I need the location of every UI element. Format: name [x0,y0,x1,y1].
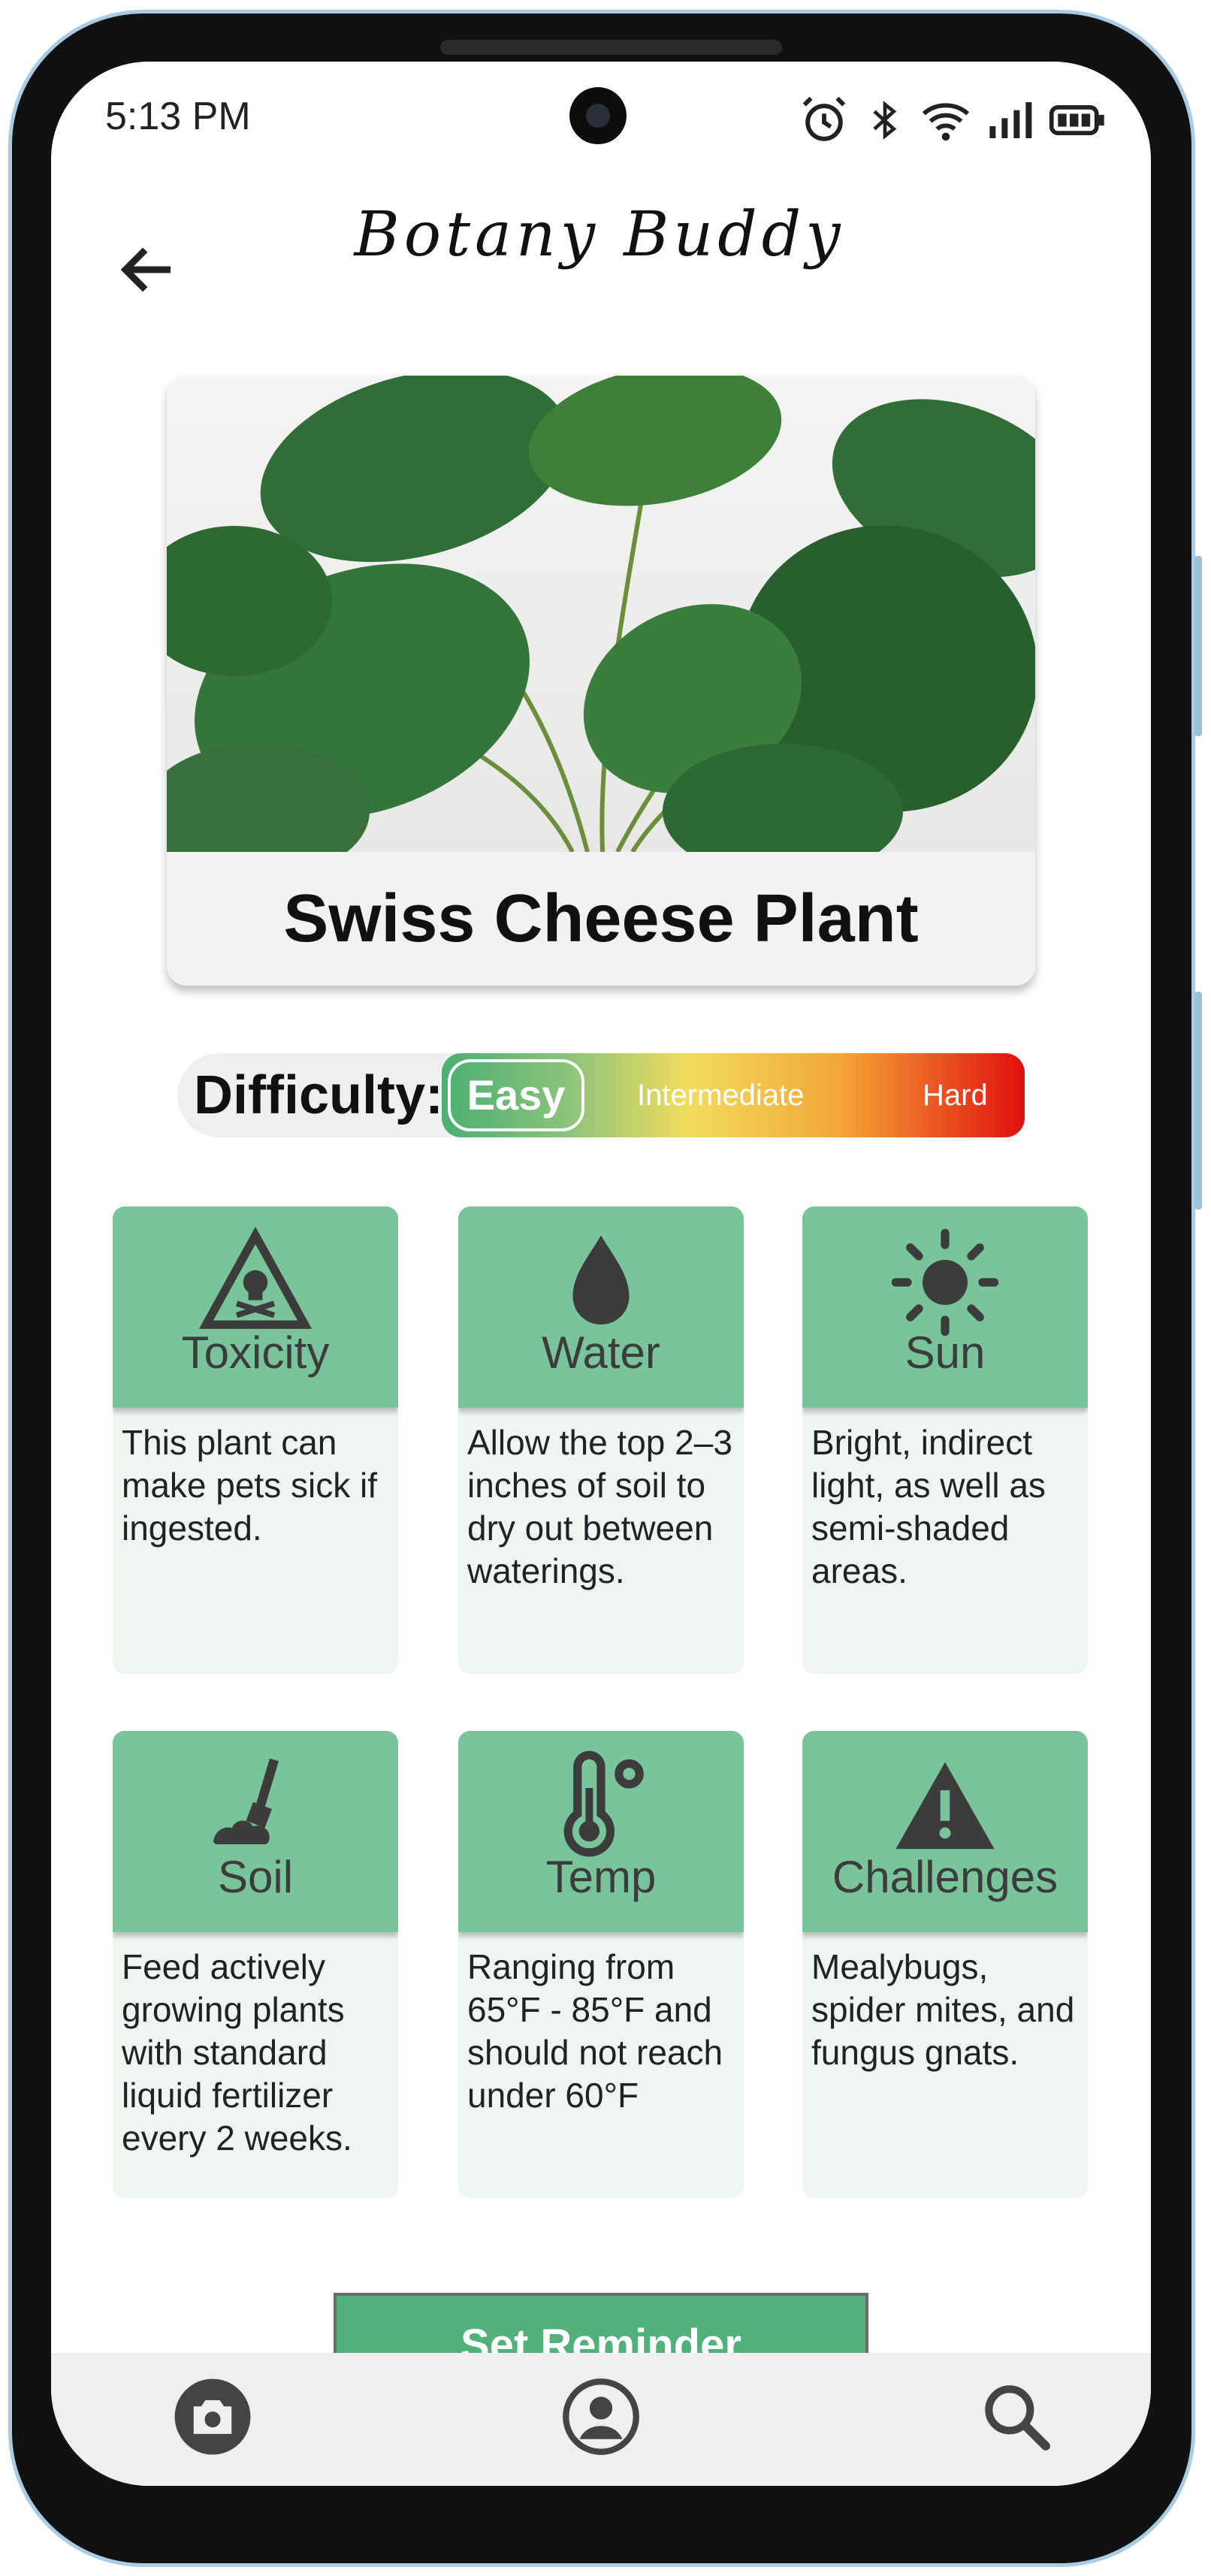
card-text: Allow the top 2–3 inches of soil to dry … [467,1423,732,1590]
water-card: Water Allow the top 2–3 inches of soil t… [458,1206,744,1674]
card-header: Sun [802,1206,1088,1408]
card-text: Mealybugs, spider mites, and fungus gnat… [811,1947,1075,2072]
sun-icon [891,1228,999,1336]
sun-card: Sun Bright, indirect light, as well as s… [802,1206,1088,1674]
back-arrow-icon[interactable] [114,236,182,304]
earpiece-speaker [440,40,782,55]
card-title: Temp [545,1852,657,1902]
wifi-icon [922,103,970,141]
card-title: Soil [217,1852,294,1902]
card-title: Sun [904,1327,986,1378]
card-title: Challenges [832,1852,1058,1902]
screen: 5:13 PM Botany Buddy Swiss Cheese Plant … [51,62,1151,2486]
status-time: 5:13 PM [105,95,251,138]
soil-shovel-icon [213,1758,279,1844]
card-header: Soil [113,1731,398,1932]
difficulty-bar: Difficulty: Easy Intermediate Hard [177,1053,1025,1137]
volume-button [1194,556,1202,736]
card-title: Water [542,1327,660,1378]
power-button [1194,992,1202,1209]
card-header: Challenges [802,1731,1088,1932]
bluetooth-icon [873,101,897,140]
difficulty-hard[interactable]: Hard [923,1053,988,1137]
water-drop-icon [572,1235,630,1325]
card-text: Feed actively growing plants with standa… [122,1947,352,2158]
plant-card: Swiss Cheese Plant [167,376,1035,986]
cell-signal-icon [989,102,1032,138]
profile-icon[interactable] [560,2375,642,2458]
battery-icon [1049,105,1104,135]
difficulty-scale: Easy Intermediate Hard [442,1053,1025,1137]
monstera-image [167,376,1035,879]
alarm-icon [802,96,846,141]
difficulty-easy[interactable]: Easy [448,1059,584,1131]
alert-triangle-icon [895,1762,995,1850]
card-header: Temp [458,1731,744,1932]
bottom-nav [51,2353,1151,2486]
card-header: Toxicity [113,1206,398,1408]
difficulty-intermediate[interactable]: Intermediate [637,1053,804,1137]
card-text: Bright, indirect light, as well as semi-… [811,1423,1046,1590]
camera-icon[interactable] [171,2375,254,2458]
card-title: Toxicity [181,1327,330,1378]
plant-name: Swiss Cheese Plant [283,880,919,956]
thermometer-icon [563,1750,644,1857]
card-text: This plant can make pets sick if ingeste… [122,1423,377,1548]
difficulty-label: Difficulty: [194,1065,443,1125]
challenges-card: Challenges Mealybugs, spider mites, and … [802,1731,1088,2198]
search-icon[interactable] [975,2375,1058,2458]
toxicity-card: Toxicity This plant can make pets sick i… [113,1206,398,1674]
front-camera [569,87,627,144]
toxicity-warning-icon [199,1226,312,1329]
app-title: Botany Buddy [354,198,845,270]
card-text: Ranging from 65°F - 85°F and should not … [467,1947,723,2115]
temp-card: Temp Ranging from 65°F - 85°F and should… [458,1731,744,2198]
status-bar: 5:13 PM [51,62,1151,174]
status-icons [798,90,1107,150]
soil-card: Soil Feed actively growing plants with s… [113,1731,398,2198]
plant-photo [167,376,1035,879]
card-header: Water [458,1206,744,1408]
